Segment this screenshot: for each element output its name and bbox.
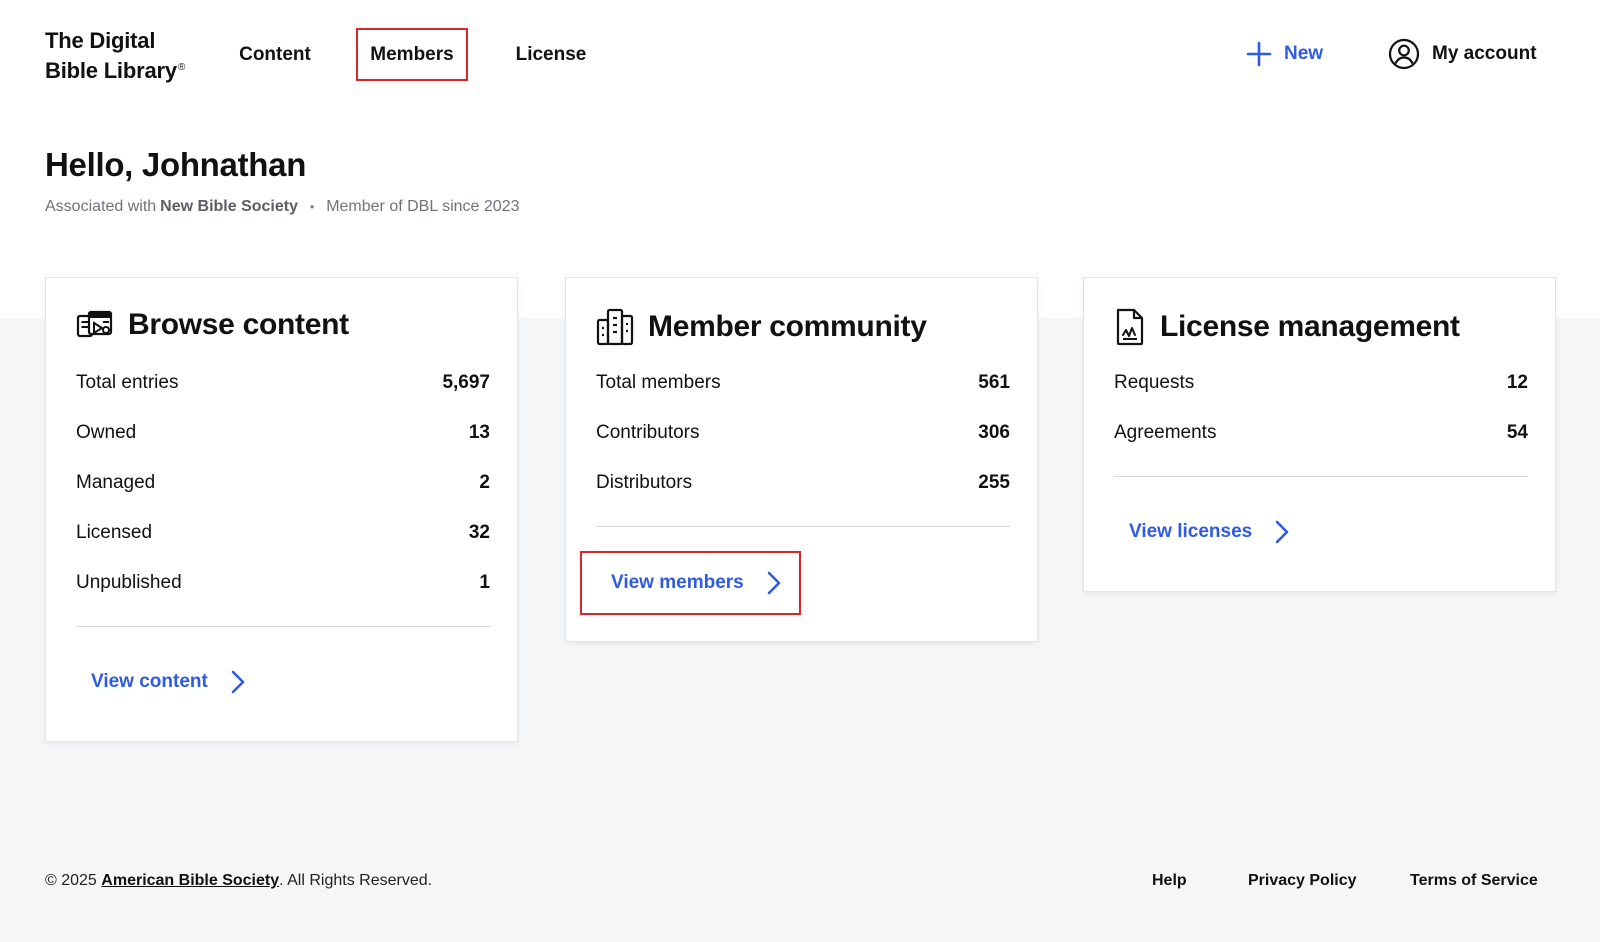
copyright-prefix: © 2025 [45, 872, 97, 889]
view-content-label: View content [91, 671, 208, 692]
my-account-button[interactable]: My account [1388, 34, 1537, 74]
top-navigation: The Digital Bible Library® Content Membe… [0, 0, 1600, 110]
stat-managed: Managed 2 [76, 472, 490, 494]
stat-value: 2 [479, 472, 490, 493]
footer-privacy-link[interactable]: Privacy Policy [1248, 872, 1357, 890]
card-divider [1114, 476, 1528, 477]
view-licenses-label: View licenses [1129, 521, 1253, 542]
member-community-card: Member community Total members 561 Contr… [565, 277, 1038, 642]
view-licenses-link[interactable]: View licenses [1129, 500, 1290, 564]
plus-icon [1246, 41, 1272, 67]
license-management-card: License management Requests 12 Agreement… [1083, 277, 1556, 592]
stat-label: Distributors [596, 472, 693, 493]
stat-distributors: Distributors 255 [596, 472, 1010, 494]
view-members-label: View members [611, 572, 744, 593]
separator-dot: • [310, 200, 315, 214]
organization-name: New Bible Society [160, 198, 298, 215]
copyright-suffix: . All Rights Reserved. [279, 872, 433, 889]
stat-value: 5,697 [442, 372, 490, 393]
card-divider [596, 526, 1010, 527]
stat-value: 306 [978, 422, 1010, 443]
stat-label: Contributors [596, 422, 700, 443]
stat-label: Total entries [76, 372, 179, 393]
page-footer: © 2025 American Bible Society. All Right… [0, 872, 1600, 902]
footer-terms-link[interactable]: Terms of Service [1410, 872, 1538, 890]
browse-content-title: Browse content [128, 308, 349, 341]
stat-label: Managed [76, 472, 156, 493]
stat-value: 1 [479, 572, 490, 593]
stat-licensed: Licensed 32 [76, 522, 490, 544]
card-divider [76, 626, 490, 627]
stat-label: Unpublished [76, 572, 182, 593]
account-subtitle: Associated with New Bible Society • Memb… [45, 198, 519, 216]
registered-mark: ® [177, 62, 186, 73]
stat-label: Licensed [76, 522, 153, 543]
footer-help-link[interactable]: Help [1152, 872, 1187, 890]
stat-value: 32 [468, 522, 490, 543]
stat-label: Total members [596, 372, 721, 393]
stat-agreements: Agreements 54 [1114, 422, 1528, 444]
stat-total-members: Total members 561 [596, 372, 1010, 394]
chevron-right-icon [231, 670, 245, 694]
license-management-title: License management [1160, 310, 1460, 343]
stat-requests: Requests 12 [1114, 372, 1528, 394]
user-circle-icon [1388, 38, 1420, 70]
associated-prefix: Associated with [45, 198, 157, 215]
member-since: Member of DBL since 2023 [326, 198, 520, 215]
my-account-label: My account [1432, 43, 1537, 64]
american-bible-society-link[interactable]: American Bible Society [101, 872, 279, 889]
stat-total-entries: Total entries 5,697 [76, 372, 490, 394]
chevron-right-icon [1275, 520, 1289, 544]
nav-members[interactable]: Members [356, 28, 468, 81]
stat-label: Owned [76, 422, 137, 443]
buildings-icon [596, 308, 634, 346]
stat-contributors: Contributors 306 [596, 422, 1010, 444]
new-button[interactable]: New [1246, 34, 1323, 74]
nav-license[interactable]: License [505, 28, 597, 81]
view-members-link[interactable]: View members [580, 551, 801, 615]
copyright-notice: © 2025 American Bible Society. All Right… [45, 872, 432, 890]
stat-unpublished: Unpublished 1 [76, 572, 490, 594]
view-content-link[interactable]: View content [91, 650, 246, 714]
stat-value: 13 [468, 422, 490, 443]
stat-value: 54 [1506, 422, 1528, 443]
stat-label: Agreements [1114, 422, 1217, 443]
stat-value: 255 [978, 472, 1010, 493]
stat-value: 561 [978, 372, 1010, 393]
document-signature-icon [1116, 308, 1144, 346]
logo-line-1: The Digital [45, 28, 156, 53]
new-button-label: New [1284, 43, 1324, 64]
browse-content-card: Browse content Total entries 5,697 Owned… [45, 277, 518, 742]
page-title: Hello, Johnathan [45, 146, 307, 183]
member-community-title: Member community [648, 310, 927, 343]
media-library-icon [76, 310, 113, 338]
nav-content[interactable]: Content [222, 28, 328, 81]
stat-value: 12 [1506, 372, 1528, 393]
logo-line-2: Bible Library [45, 58, 177, 83]
stat-label: Requests [1114, 372, 1195, 393]
stat-owned: Owned 13 [76, 422, 490, 444]
site-logo[interactable]: The Digital Bible Library® [45, 27, 185, 84]
chevron-right-icon [767, 571, 781, 595]
